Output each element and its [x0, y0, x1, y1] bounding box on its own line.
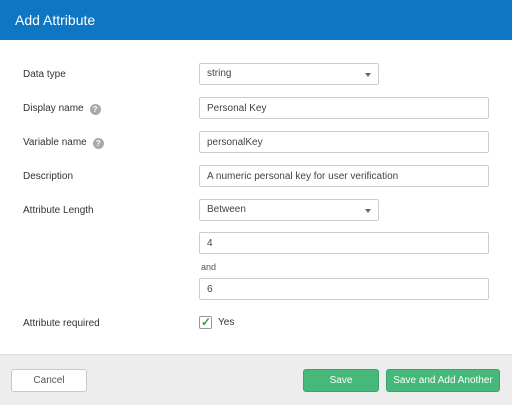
- dialog-footer: Cancel Save Save and Add Another: [0, 354, 512, 405]
- dialog-header: Add Attribute: [0, 0, 512, 40]
- save-and-add-another-button[interactable]: Save and Add Another: [386, 369, 500, 392]
- data-type-value: string: [207, 68, 232, 79]
- description-input[interactable]: [199, 165, 489, 187]
- variable-name-label: Variable name: [23, 137, 87, 148]
- cancel-button[interactable]: Cancel: [11, 369, 87, 392]
- dialog-title: Add Attribute: [15, 12, 96, 28]
- variable-name-input[interactable]: [199, 131, 489, 153]
- display-name-input[interactable]: [199, 97, 489, 119]
- save-button[interactable]: Save: [303, 369, 379, 392]
- attribute-required-label: Attribute required: [23, 318, 100, 329]
- attribute-length-select[interactable]: Between: [199, 199, 379, 221]
- data-type-label: Data type: [23, 69, 66, 80]
- chevron-down-icon: [365, 209, 371, 213]
- attribute-length-label: Attribute Length: [23, 205, 94, 216]
- length-max-input[interactable]: [199, 278, 489, 300]
- data-type-select[interactable]: string: [199, 63, 379, 85]
- attribute-required-checkbox[interactable]: ✓: [199, 316, 212, 329]
- and-label: and: [201, 262, 217, 272]
- display-name-label-row: Display name?: [23, 103, 101, 115]
- description-label: Description: [23, 171, 74, 182]
- checkmark-icon: ✓: [201, 315, 212, 329]
- attribute-required-yes-label[interactable]: Yes: [218, 317, 234, 329]
- length-min-input[interactable]: [199, 232, 489, 254]
- add-attribute-dialog: Add Attribute Data type string Display n…: [0, 0, 512, 405]
- question-circle-icon[interactable]: ?: [89, 104, 101, 115]
- variable-name-label-row: Variable name?: [23, 137, 104, 149]
- display-name-label: Display name: [23, 103, 84, 114]
- question-circle-icon[interactable]: ?: [92, 138, 104, 149]
- attribute-length-mode: Between: [207, 204, 246, 215]
- chevron-down-icon: [365, 73, 371, 77]
